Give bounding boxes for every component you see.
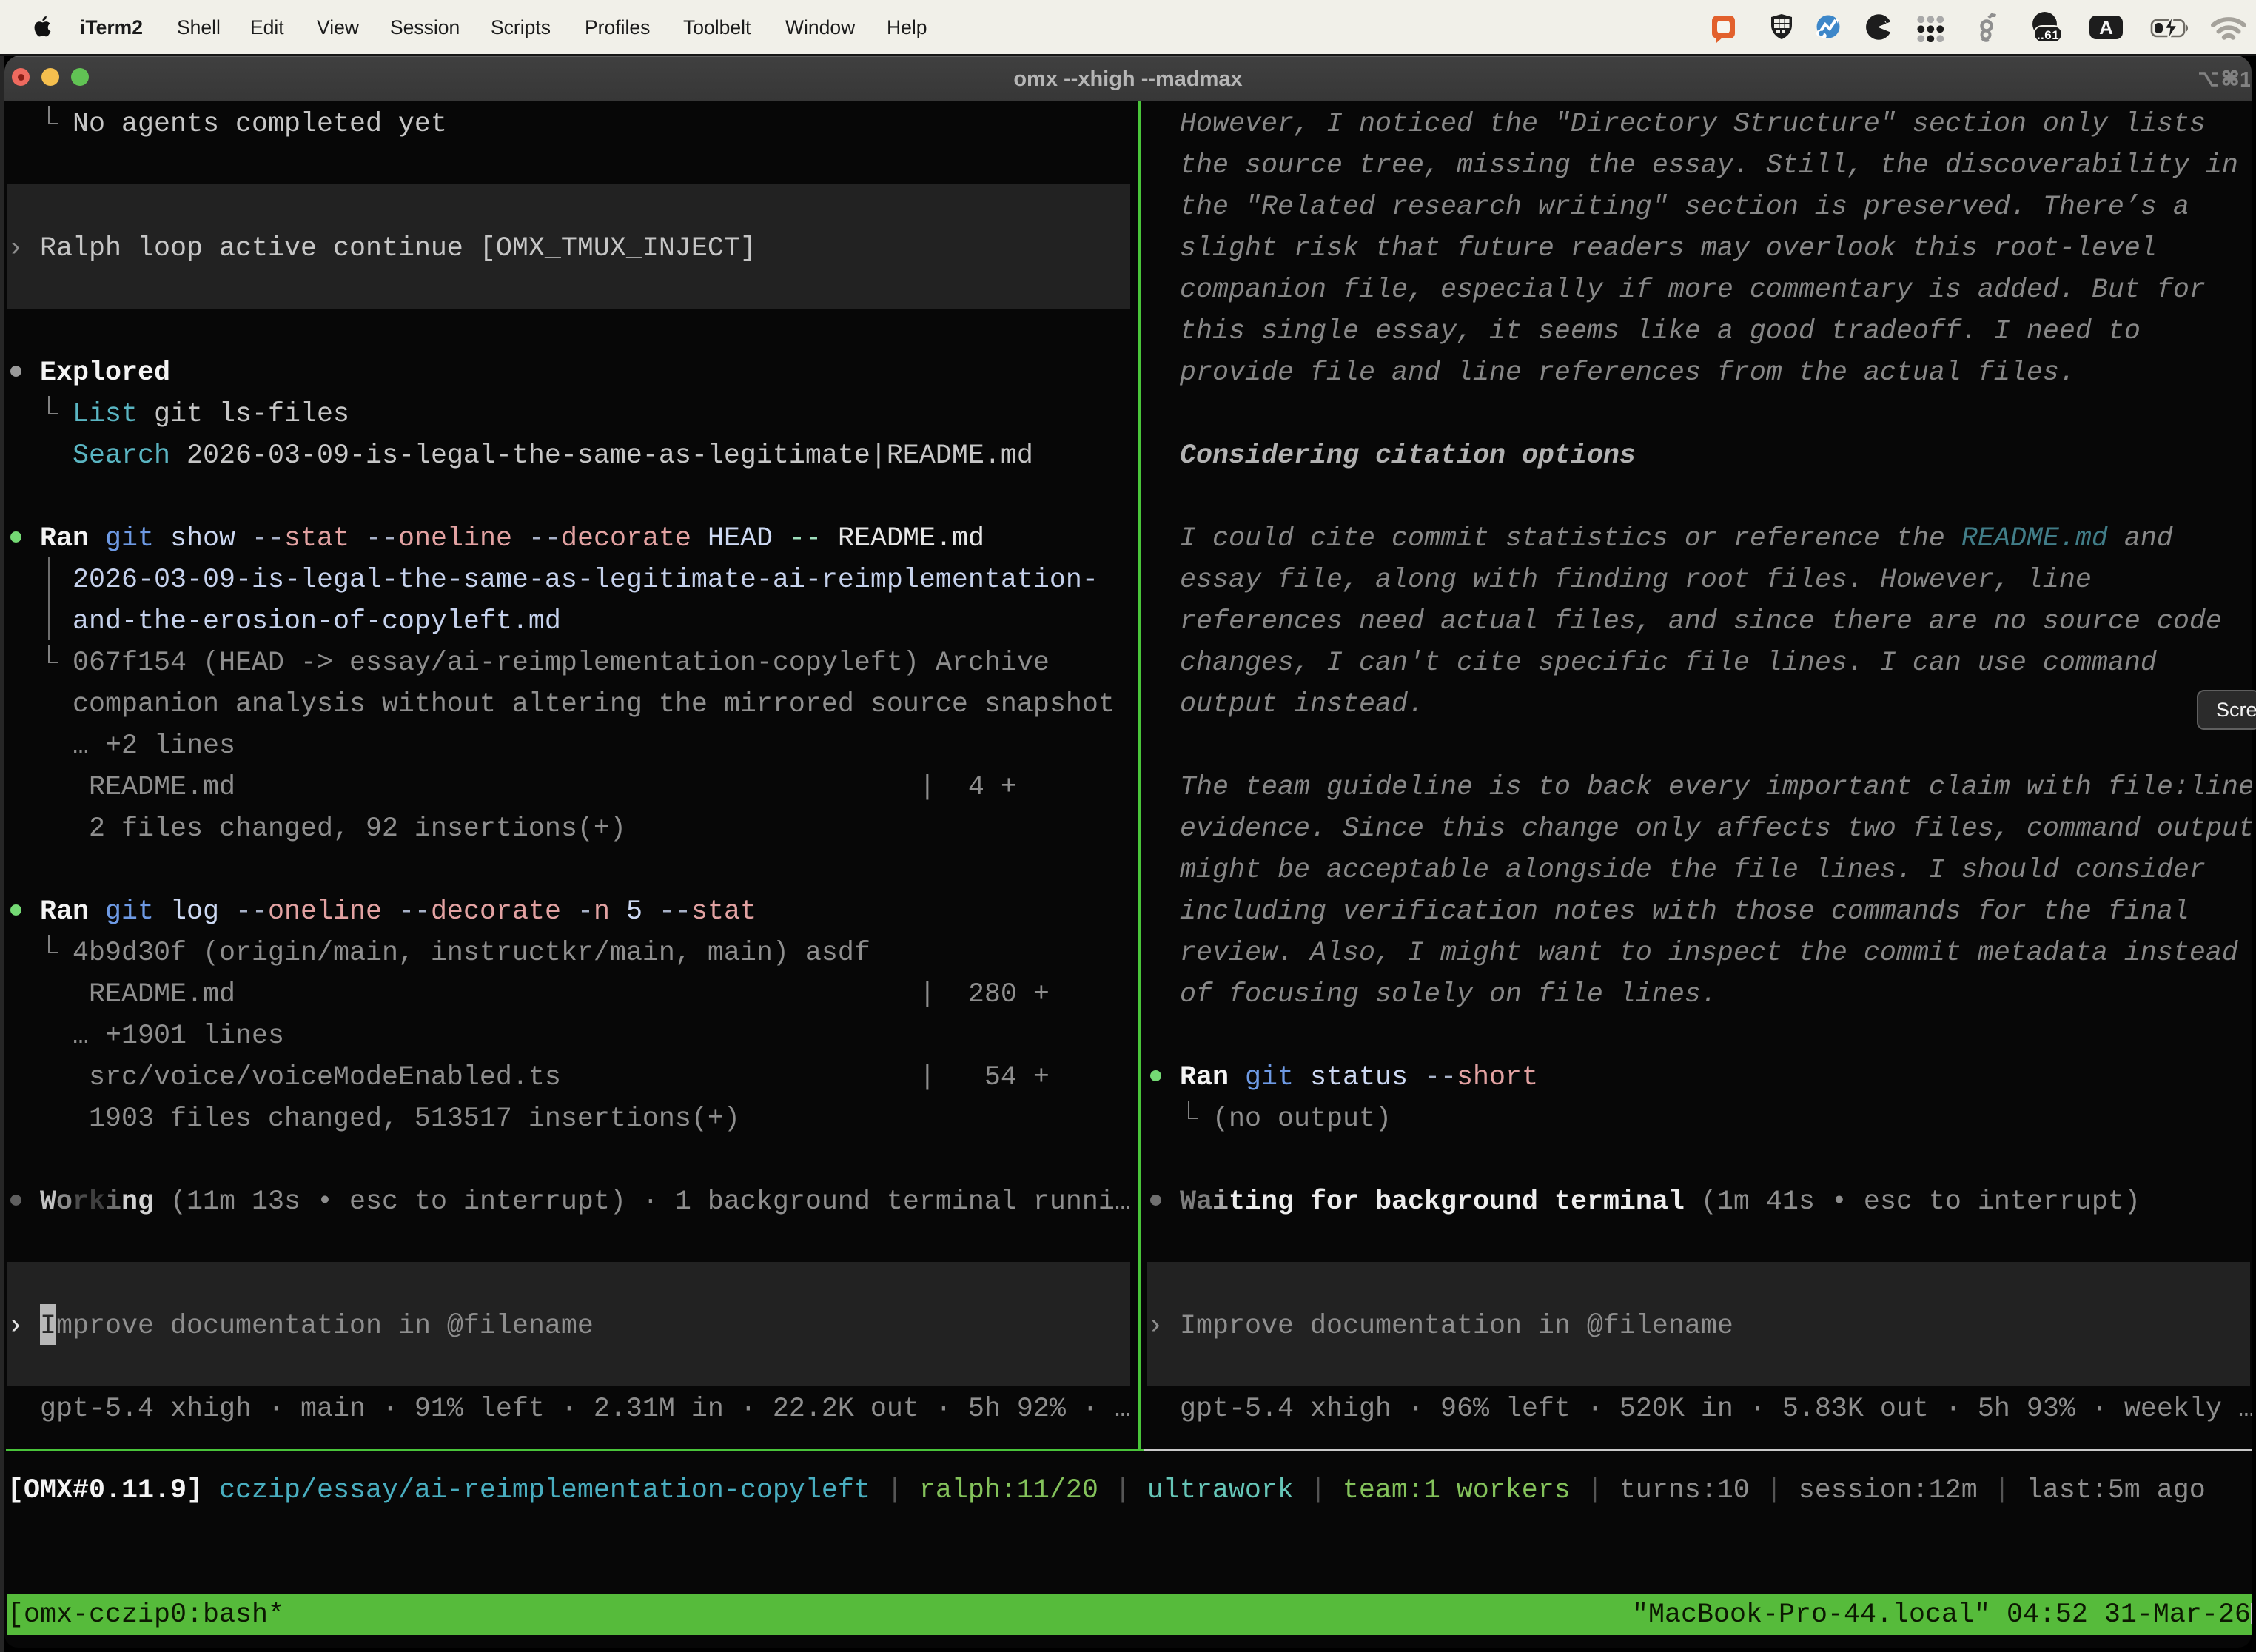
svg-text:1: 1 xyxy=(2240,68,2250,91)
